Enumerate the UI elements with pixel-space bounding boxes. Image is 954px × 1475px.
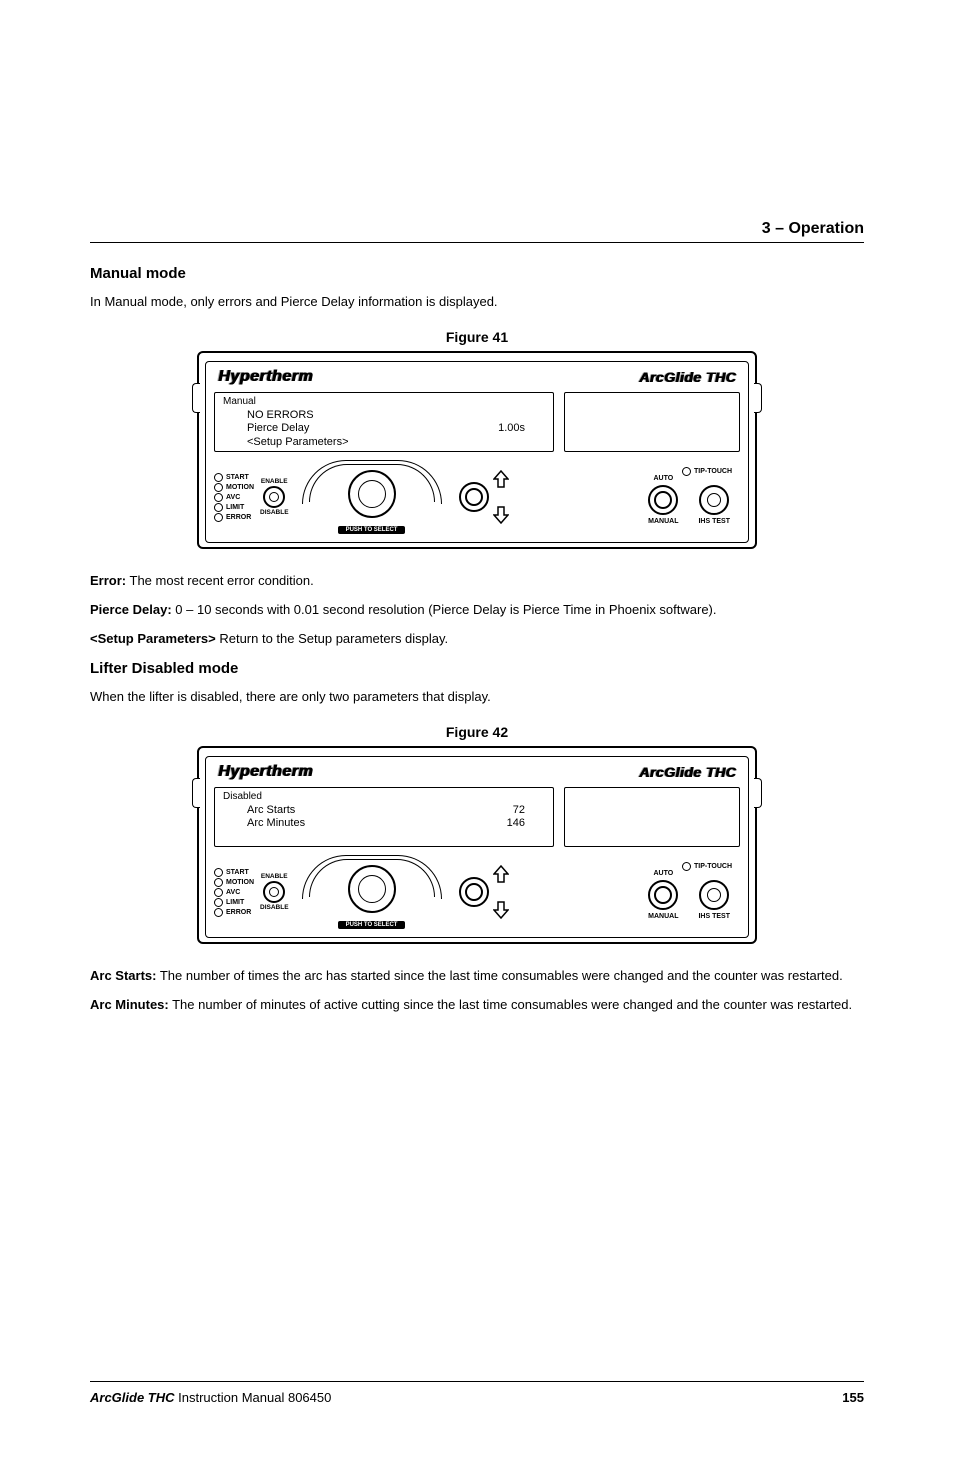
led-label: START bbox=[226, 869, 249, 876]
arrow-up-icon[interactable] bbox=[493, 865, 509, 883]
panel-ridge bbox=[192, 778, 200, 808]
lcd-arcmin-value: 146 bbox=[507, 817, 525, 831]
ihs-test-label: IHS TEST bbox=[698, 913, 730, 920]
ihs-test-knob[interactable] bbox=[699, 880, 729, 910]
led-dot bbox=[214, 493, 223, 502]
brand-logo: Hypertherm bbox=[218, 763, 313, 781]
led-dot bbox=[214, 878, 223, 887]
push-to-select-label: PUSH TO SELECT bbox=[338, 921, 406, 929]
led-dot bbox=[214, 473, 223, 482]
brand-logo: Hypertherm bbox=[218, 368, 313, 386]
led-dot bbox=[214, 483, 223, 492]
led-label: LIMIT bbox=[226, 504, 244, 511]
page-number: 155 bbox=[842, 1390, 864, 1405]
pierce-delay-definition: Pierce Delay: 0 – 10 seconds with 0.01 s… bbox=[90, 602, 864, 617]
setup-params-definition: <Setup Parameters> Return to the Setup p… bbox=[90, 631, 864, 646]
enable-switch[interactable]: ENABLE DISABLE bbox=[260, 478, 289, 516]
led-column: START MOTION AVC LIMIT ERROR bbox=[214, 868, 254, 917]
led-dot bbox=[214, 898, 223, 907]
led-dot bbox=[214, 868, 223, 877]
ihs-test-knob[interactable] bbox=[699, 485, 729, 515]
arrow-down-icon[interactable] bbox=[493, 901, 509, 919]
arc-minutes-definition: Arc Minutes: The number of minutes of ac… bbox=[90, 997, 864, 1012]
main-dial[interactable]: PUSH TO SELECT bbox=[297, 855, 447, 929]
switch-knob[interactable] bbox=[263, 486, 285, 508]
lcd-arcmin-label: Arc Minutes bbox=[247, 817, 305, 831]
arrow-up-icon[interactable] bbox=[493, 470, 509, 488]
enable-switch[interactable]: ENABLE DISABLE bbox=[260, 873, 289, 911]
led-label: ERROR bbox=[226, 909, 251, 916]
auto-manual-knob[interactable] bbox=[648, 880, 678, 910]
lcd-main: Manual NO ERRORS Pierce Delay 1.00s <Setu… bbox=[214, 392, 554, 452]
lcd-setup: <Setup Parameters> bbox=[247, 436, 349, 450]
control-panel-fig42: Hypertherm ArcGlide THC Disabled Arc Sta… bbox=[197, 746, 757, 944]
led-dot bbox=[682, 467, 691, 476]
footer-manual: Instruction Manual 806450 bbox=[175, 1390, 332, 1405]
enable-label: ENABLE bbox=[261, 873, 288, 880]
led-dot bbox=[682, 862, 691, 871]
led-dot bbox=[214, 513, 223, 522]
lcd-mode: Disabled bbox=[223, 791, 545, 804]
lcd-arcstarts-label: Arc Starts bbox=[247, 804, 295, 818]
nav-knob[interactable] bbox=[459, 877, 489, 907]
product-logo: ArcGlide THC bbox=[639, 369, 736, 385]
product-logo: ArcGlide THC bbox=[639, 764, 736, 780]
panel-ridge bbox=[754, 383, 762, 413]
push-to-select-label: PUSH TO SELECT bbox=[338, 526, 406, 534]
lcd-mode: Manual bbox=[223, 396, 545, 409]
tip-touch-label: TIP-TOUCH bbox=[694, 468, 732, 475]
led-label: MOTION bbox=[226, 879, 254, 886]
figure41-label: Figure 41 bbox=[90, 329, 864, 345]
dial-knob[interactable] bbox=[348, 865, 396, 913]
manual-label: MANUAL bbox=[648, 913, 678, 920]
switch-knob[interactable] bbox=[263, 881, 285, 903]
section-header: 3 – Operation bbox=[90, 220, 864, 243]
enable-label: ENABLE bbox=[261, 478, 288, 485]
led-dot bbox=[214, 888, 223, 897]
dial-knob[interactable] bbox=[348, 470, 396, 518]
lifter-disabled-intro: When the lifter is disabled, there are o… bbox=[90, 689, 864, 704]
page-footer: ArcGlide THC Instruction Manual 806450 1… bbox=[90, 1381, 864, 1405]
lcd-arcstarts-value: 72 bbox=[513, 804, 525, 818]
auto-label: AUTO bbox=[653, 475, 673, 482]
lcd-pierce-value: 1.00s bbox=[498, 422, 525, 436]
led-label: ERROR bbox=[226, 514, 251, 521]
ihs-test-label: IHS TEST bbox=[698, 518, 730, 525]
led-dot bbox=[214, 503, 223, 512]
arc-starts-definition: Arc Starts: The number of times the arc … bbox=[90, 968, 864, 983]
disable-label: DISABLE bbox=[260, 509, 289, 516]
footer-product: ArcGlide THC bbox=[90, 1390, 175, 1405]
disable-label: DISABLE bbox=[260, 904, 289, 911]
led-column: START MOTION AVC LIMIT ERROR bbox=[214, 473, 254, 522]
lcd-secondary bbox=[564, 392, 740, 452]
auto-manual-knob[interactable] bbox=[648, 485, 678, 515]
main-dial[interactable]: PUSH TO SELECT bbox=[297, 460, 447, 534]
lifter-disabled-heading: Lifter Disabled mode bbox=[90, 660, 864, 677]
led-label: LIMIT bbox=[226, 899, 244, 906]
figure42-label: Figure 42 bbox=[90, 724, 864, 740]
manual-mode-heading: Manual mode bbox=[90, 265, 864, 282]
panel-ridge bbox=[754, 778, 762, 808]
error-definition: Error: The most recent error condition. bbox=[90, 573, 864, 588]
nav-knob[interactable] bbox=[459, 482, 489, 512]
panel-ridge bbox=[192, 383, 200, 413]
arrow-down-icon[interactable] bbox=[493, 506, 509, 524]
led-dot bbox=[214, 908, 223, 917]
manual-mode-intro: In Manual mode, only errors and Pierce D… bbox=[90, 294, 864, 309]
led-label: AVC bbox=[226, 494, 240, 501]
auto-label: AUTO bbox=[653, 870, 673, 877]
led-label: MOTION bbox=[226, 484, 254, 491]
tip-touch-label: TIP-TOUCH bbox=[694, 863, 732, 870]
led-label: AVC bbox=[226, 889, 240, 896]
control-panel-fig41: Hypertherm ArcGlide THC Manual NO ERRORS… bbox=[197, 351, 757, 549]
lcd-pierce-label: Pierce Delay bbox=[247, 422, 309, 436]
lcd-secondary bbox=[564, 787, 740, 847]
manual-label: MANUAL bbox=[648, 518, 678, 525]
lcd-main: Disabled Arc Starts 72 Arc Minutes 146 bbox=[214, 787, 554, 847]
led-label: START bbox=[226, 474, 249, 481]
lcd-line1: NO ERRORS bbox=[247, 409, 314, 423]
